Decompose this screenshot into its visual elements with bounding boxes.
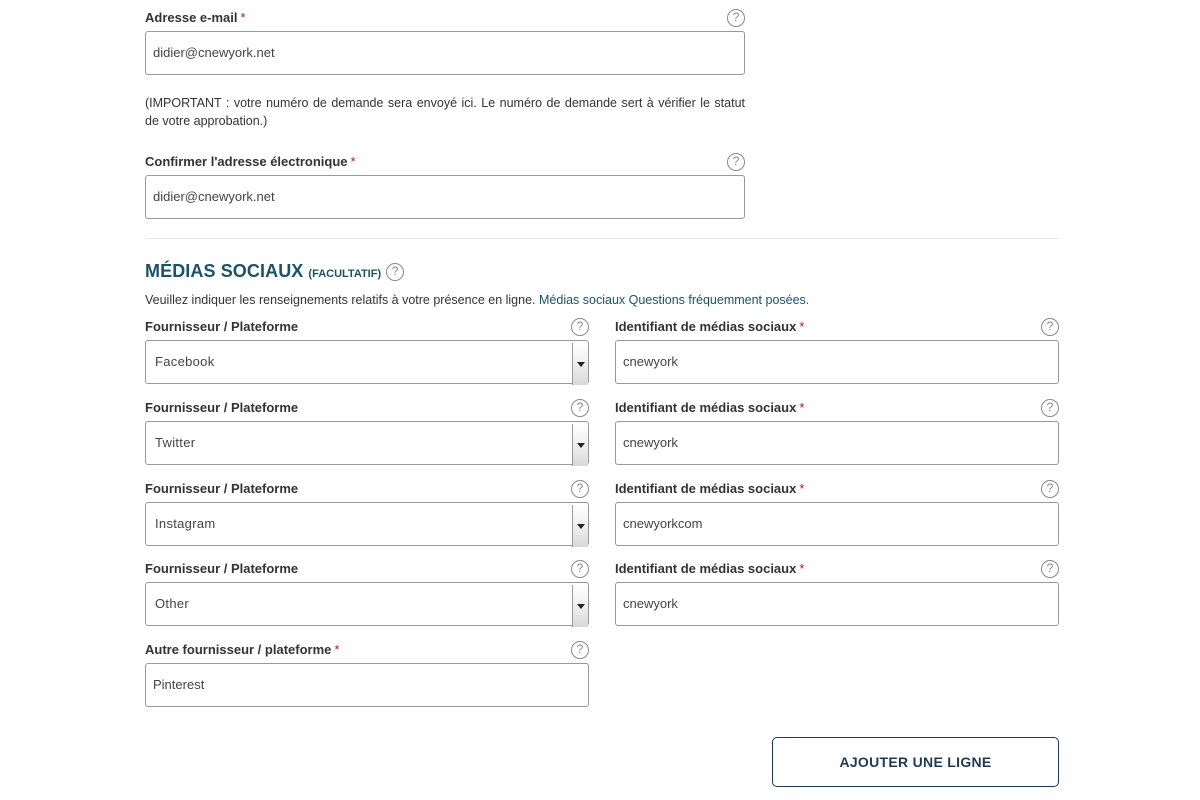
handle-input[interactable]: cnewyorkcom (615, 502, 1059, 546)
required-marker: * (240, 10, 246, 25)
provider-field-group: Fournisseur / Plateforme ? Facebook (145, 318, 589, 385)
confirm-email-field-group: Confirmer l'adresse électronique * ? didi… (145, 153, 745, 219)
handle-input[interactable]: cnewyork (615, 421, 1059, 465)
help-icon[interactable]: ? (571, 641, 589, 659)
help-icon[interactable]: ? (1041, 318, 1059, 336)
provider-field-group: Fournisseur / Plateforme ? Twitter (145, 399, 589, 466)
help-icon[interactable]: ? (727, 153, 745, 171)
email-note: (IMPORTANT : votre numéro de demande ser… (145, 96, 745, 128)
dropdown-arrow-icon[interactable] (572, 505, 588, 547)
social-media-heading: MÉDIAS SOCIAUX (FACULTATIF) ? (145, 261, 405, 282)
add-row-button[interactable]: AJOUTER UNE LIGNE (772, 737, 1059, 787)
optional-tag: (FACULTATIF) (308, 267, 382, 280)
provider-label: Fournisseur / Plateforme (145, 400, 299, 415)
social-intro: Veuillez indiquer les renseignements rel… (145, 292, 809, 308)
help-icon[interactable]: ? (386, 262, 405, 281)
provider-field-group: Fournisseur / Plateforme ? Other (145, 560, 589, 627)
handle-label: Identifiant de médias sociaux * (615, 481, 805, 496)
required-marker: * (334, 642, 340, 657)
provider-select[interactable]: Facebook (145, 340, 589, 385)
handle-input[interactable]: cnewyork (615, 340, 1059, 384)
required-marker: * (799, 481, 805, 496)
required-marker: * (799, 400, 805, 415)
email-field-group: Adresse e-mail * ? didier@cnewyork.net (145, 9, 745, 75)
email-label: Adresse e-mail * (145, 10, 246, 25)
required-marker: * (799, 561, 805, 576)
provider-field-group: Fournisseur / Plateforme ? Instagram (145, 480, 589, 547)
handle-field-group: Identifiant de médias sociaux * ? cnewyor… (615, 560, 1059, 626)
provider-select-value[interactable]: Instagram (145, 502, 589, 546)
required-marker: * (799, 319, 805, 334)
other-provider-input[interactable]: Pinterest (145, 663, 589, 707)
help-icon[interactable]: ? (571, 480, 589, 498)
handle-label: Identifiant de médias sociaux * (615, 561, 805, 576)
help-icon[interactable]: ? (727, 9, 745, 27)
email-input[interactable]: didier@cnewyork.net (145, 31, 745, 75)
confirm-email-input[interactable]: didier@cnewyork.net (145, 175, 745, 219)
handle-field-group: Identifiant de médias sociaux * ? cnewyor… (615, 318, 1059, 384)
required-marker: * (350, 154, 356, 169)
provider-label: Fournisseur / Plateforme (145, 481, 299, 496)
handle-input[interactable]: cnewyork (615, 582, 1059, 626)
provider-select[interactable]: Instagram (145, 502, 589, 547)
help-icon[interactable]: ? (1041, 399, 1059, 417)
provider-select-value[interactable]: Twitter (145, 421, 589, 465)
handle-label: Identifiant de médias sociaux * (615, 319, 805, 334)
handle-label: Identifiant de médias sociaux * (615, 400, 805, 415)
provider-label: Fournisseur / Plateforme (145, 319, 299, 334)
dropdown-arrow-icon[interactable] (572, 424, 588, 466)
provider-select[interactable]: Twitter (145, 421, 589, 466)
help-icon[interactable]: ? (571, 560, 589, 578)
dropdown-arrow-icon[interactable] (572, 585, 588, 627)
help-icon[interactable]: ? (571, 399, 589, 417)
provider-select[interactable]: Other (145, 582, 589, 627)
other-provider-field-group: Autre fournisseur / plateforme * ? Pinter… (145, 641, 589, 707)
help-icon[interactable]: ? (1041, 560, 1059, 578)
section-title: MÉDIAS SOCIAUX (145, 261, 304, 281)
provider-label: Fournisseur / Plateforme (145, 561, 299, 576)
confirm-email-label: Confirmer l'adresse électronique * (145, 154, 356, 169)
faq-link[interactable]: Médias sociaux Questions fréquemment pos… (539, 293, 809, 307)
help-icon[interactable]: ? (571, 318, 589, 336)
help-icon[interactable]: ? (1041, 480, 1059, 498)
intro-text: Veuillez indiquer les renseignements rel… (145, 293, 536, 307)
section-divider (145, 238, 1059, 239)
handle-field-group: Identifiant de médias sociaux * ? cnewyor… (615, 399, 1059, 465)
provider-select-value[interactable]: Facebook (145, 340, 589, 384)
other-provider-label: Autre fournisseur / plateforme * (145, 642, 340, 657)
dropdown-arrow-icon[interactable] (572, 343, 588, 385)
handle-field-group: Identifiant de médias sociaux * ? cnewyor… (615, 480, 1059, 546)
provider-select-value[interactable]: Other (145, 582, 589, 626)
